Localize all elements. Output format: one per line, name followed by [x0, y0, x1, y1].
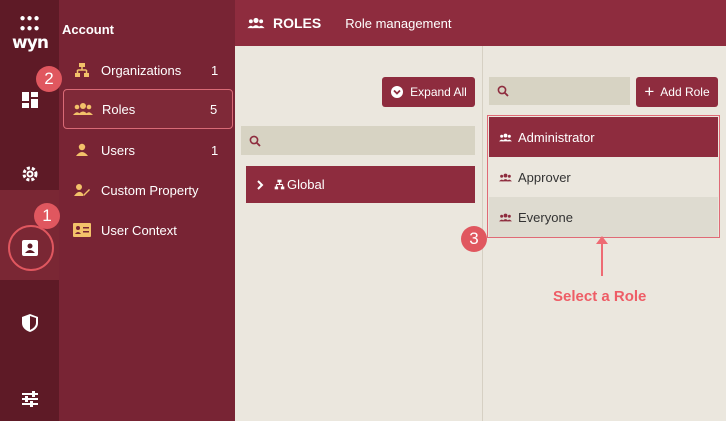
plus-icon: + — [644, 82, 655, 101]
roles-icon — [64, 102, 102, 116]
user-icon — [63, 143, 101, 157]
nav-organizations[interactable]: Organizations 1 — [63, 50, 233, 90]
nav-user-context[interactable]: User Context — [63, 210, 233, 250]
highlight-ring — [8, 225, 54, 271]
role-search-input[interactable] — [489, 77, 630, 105]
role-item-administrator[interactable]: Administrator — [489, 117, 718, 157]
account-panel: Account Organizations 1 Roles 5 Users 1 … — [59, 0, 235, 421]
user-context-icon — [63, 223, 101, 237]
settings-gear-icon[interactable] — [0, 154, 59, 194]
custom-property-icon — [63, 183, 101, 197]
wyn-logo[interactable]: ●●● ●●● wyn — [9, 14, 51, 53]
role-icon — [499, 173, 512, 181]
step-badge-2: 2 — [36, 66, 62, 92]
roles-header-icon — [247, 17, 265, 29]
add-role-button[interactable]: + Add Role — [636, 77, 718, 107]
role-item-approver[interactable]: Approver — [489, 157, 718, 197]
organization-node-icon — [274, 179, 285, 190]
nav-custom-property[interactable]: Custom Property — [63, 170, 233, 210]
search-icon — [497, 85, 509, 97]
search-icon — [249, 135, 261, 147]
tree-node-global[interactable]: Global — [246, 166, 475, 203]
role-icon — [499, 213, 512, 221]
chevron-right-icon[interactable] — [256, 179, 264, 190]
page-subtitle: Role management — [345, 15, 452, 31]
callout-arrow — [601, 240, 603, 276]
security-shield-icon[interactable] — [0, 303, 59, 343]
callout-text: Select a Role — [553, 288, 647, 305]
sliders-icon[interactable] — [0, 379, 59, 419]
top-bar: ROLES Role management — [235, 0, 726, 46]
step-badge-1: 1 — [34, 203, 60, 229]
step-badge-3: 3 — [461, 226, 487, 252]
expand-circle-icon — [391, 86, 404, 98]
role-item-everyone[interactable]: Everyone — [489, 197, 718, 237]
account-title: Account — [62, 22, 114, 37]
organization-icon — [63, 62, 101, 78]
role-icon — [499, 133, 512, 141]
page-title: ROLES — [273, 15, 322, 31]
nav-roles[interactable]: Roles 5 — [63, 89, 233, 129]
tree-search-input[interactable] — [241, 126, 475, 155]
expand-all-button[interactable]: Expand All — [382, 77, 475, 107]
nav-users[interactable]: Users 1 — [63, 130, 233, 170]
